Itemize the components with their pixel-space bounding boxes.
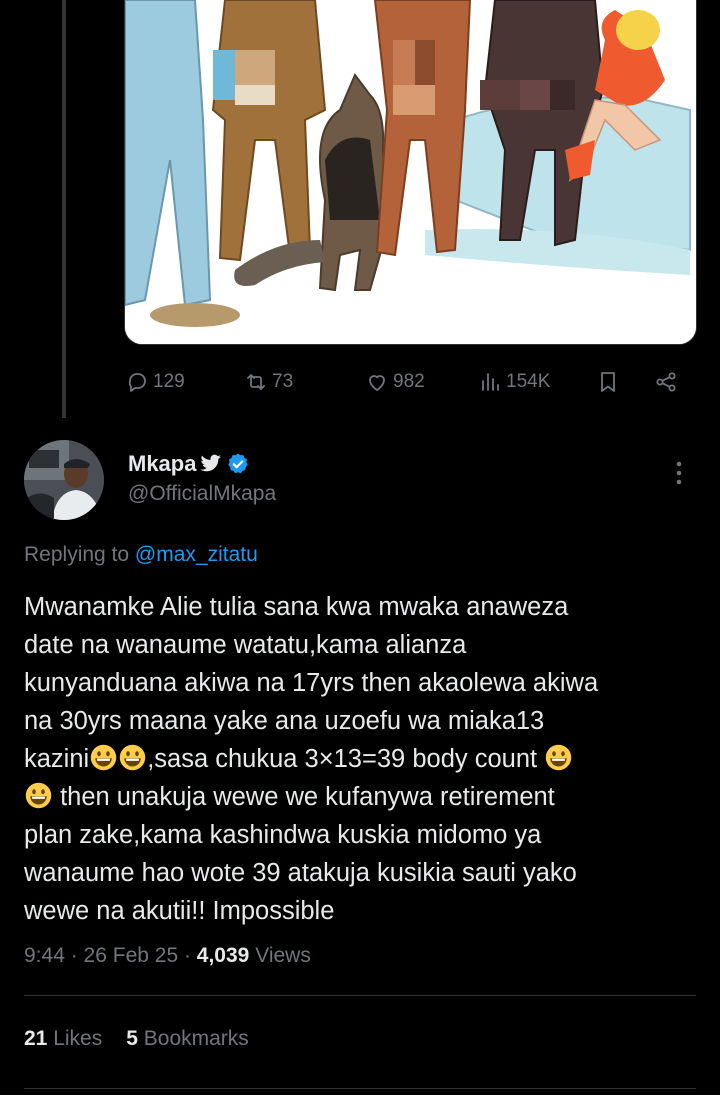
- replying-to-line: Replying to @max_zitatu: [24, 543, 258, 567]
- replying-mention-link[interactable]: @max_zitatu: [135, 543, 258, 566]
- tweet-views-label: Views: [255, 944, 311, 967]
- reply-count: 129: [153, 371, 185, 392]
- text-line: kazini: [24, 745, 90, 773]
- text-line: na 30yrs maana yake ana uzoefu wa miaka1…: [24, 707, 545, 735]
- reply-icon: [128, 373, 146, 392]
- share-action[interactable]: [654, 364, 678, 400]
- author-name-row: Mkapa: [128, 451, 250, 477]
- bookmark-action[interactable]: [596, 364, 620, 400]
- text-line: kunyanduana akiwa na 17yrs then akaolewa…: [24, 669, 599, 697]
- likes-stat[interactable]: 21 Likes: [24, 1027, 102, 1051]
- bird-icon: [200, 454, 222, 472]
- grinning-face-emoji-icon: [90, 744, 117, 771]
- like-count: 982: [393, 371, 425, 392]
- tweet-time[interactable]: 9:44: [24, 944, 65, 967]
- author-display-name[interactable]: Mkapa: [128, 451, 196, 477]
- heart-icon: [369, 375, 385, 391]
- reply-action[interactable]: 129: [125, 364, 185, 400]
- repost-icon: [247, 374, 265, 390]
- author-handle[interactable]: @OfficialMkapa: [128, 482, 276, 506]
- bookmarks-stat[interactable]: 5 Bookmarks: [126, 1027, 249, 1051]
- tweet-meta: 9:44 · 26 Feb 25 · 4,039 Views: [24, 944, 311, 967]
- divider: [24, 1088, 696, 1089]
- bookmarks-count: 5: [126, 1027, 138, 1050]
- bookmark-icon: [601, 372, 615, 392]
- likes-label: Likes: [53, 1027, 103, 1050]
- engagement-stats: 21 Likes 5 Bookmarks: [24, 1027, 249, 1051]
- tweet-text: Mwanamke Alie tulia sana kwa mwaka anawe…: [24, 588, 694, 930]
- text-line: wewe na akutii!! Impossible: [24, 897, 335, 925]
- replying-prefix: Replying to: [24, 543, 130, 566]
- divider: [24, 995, 696, 996]
- likes-count: 21: [24, 1027, 48, 1050]
- tweet-media-image[interactable]: [124, 0, 697, 345]
- like-action[interactable]: 982: [365, 364, 425, 400]
- grinning-face-emoji-icon: [119, 744, 146, 771]
- grinning-face-emoji-icon: [545, 744, 572, 771]
- text-line: wanaume hao wote 39 atakuja kusikia saut…: [24, 859, 577, 887]
- bookmarks-label: Bookmarks: [143, 1027, 249, 1050]
- text-line: date na wanaume watatu,kama alianza: [24, 631, 467, 659]
- profile-photo: [24, 440, 104, 520]
- text-line: ,sasa chukua 3×13=39 body count: [147, 745, 545, 773]
- repost-action[interactable]: 73: [244, 364, 293, 400]
- avatar[interactable]: [24, 440, 104, 520]
- text-line: Mwanamke Alie tulia sana kwa mwaka anawe…: [24, 593, 569, 621]
- censored-cartoon-illustration: [125, 0, 696, 344]
- views-chart-icon: [482, 373, 499, 391]
- repost-count: 73: [272, 371, 294, 392]
- tweet-views-count: 4,039: [196, 944, 250, 967]
- more-options-icon[interactable]: [666, 458, 692, 488]
- text-line: plan zake,kama kashindwa kuskia midomo y…: [24, 821, 542, 849]
- verified-badge-icon: [228, 453, 249, 474]
- parent-tweet-action-bar: 129 73 982 154K: [0, 364, 720, 400]
- share-icon: [656, 372, 676, 392]
- text-line: then unakuja wewe we kufanywa retirement: [53, 783, 555, 811]
- views-action[interactable]: 154K: [478, 364, 550, 400]
- views-count: 154K: [506, 371, 551, 392]
- grinning-face-emoji-icon: [25, 782, 52, 809]
- tweet-date[interactable]: 26 Feb 25: [84, 944, 179, 967]
- thread-connector-line: [62, 0, 66, 418]
